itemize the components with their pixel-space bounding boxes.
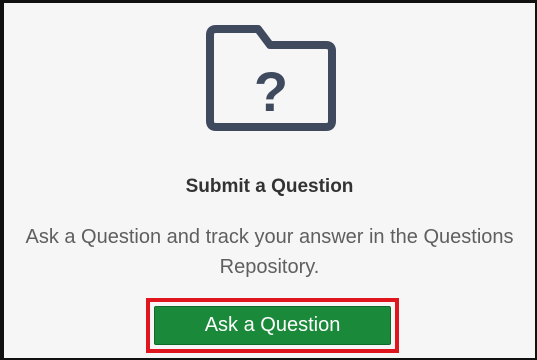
ask-question-button[interactable]: Ask a Question bbox=[154, 306, 391, 345]
question-mark-glyph: ? bbox=[254, 60, 288, 123]
panel-frame: ? Submit a Question Ask a Question and t… bbox=[0, 0, 537, 360]
submit-question-card: ? Submit a Question Ask a Question and t… bbox=[4, 3, 535, 358]
button-highlight-outline: Ask a Question bbox=[146, 298, 399, 353]
card-description: Ask a Question and track your answer in … bbox=[25, 226, 514, 278]
folder-question-icon: ? bbox=[206, 25, 336, 131]
card-title: Submit a Question bbox=[185, 176, 354, 197]
